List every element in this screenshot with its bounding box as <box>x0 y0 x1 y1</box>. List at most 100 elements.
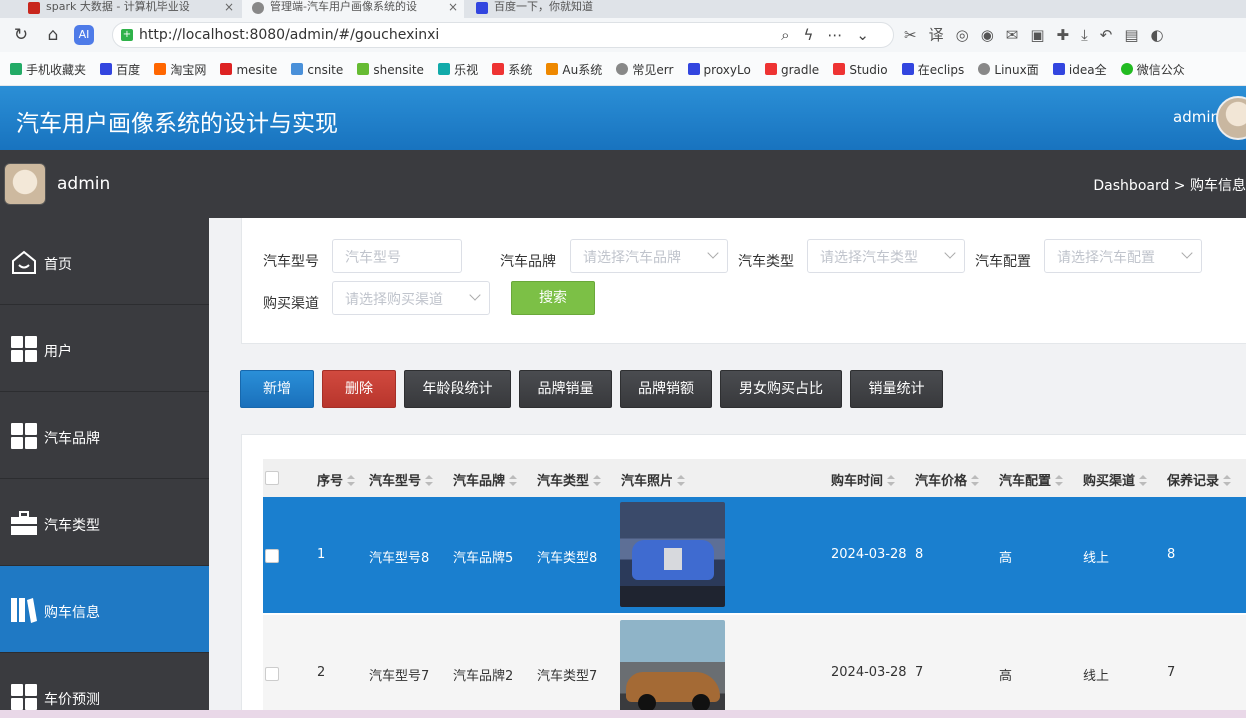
sort-icon[interactable] <box>593 475 602 487</box>
home-icon <box>12 250 36 274</box>
undo-icon[interactable]: ↶ <box>1100 26 1125 44</box>
column-header: 购车时间 <box>831 470 896 489</box>
brand-select[interactable]: 请选择汽车品牌 <box>570 239 728 273</box>
age-stats-button[interactable]: 年龄段统计 <box>404 370 511 408</box>
sort-icon[interactable] <box>1055 475 1064 487</box>
type-select-placeholder: 请选择汽车类型 <box>820 250 918 266</box>
sort-icon[interactable] <box>425 475 434 487</box>
bookmark-item[interactable]: 微信公众 <box>1120 61 1185 78</box>
channel-select[interactable]: 请选择购买渠道 <box>332 281 490 315</box>
car-photo[interactable] <box>620 620 725 718</box>
row-checkbox[interactable] <box>265 549 279 563</box>
type-select[interactable]: 请选择汽车类型 <box>807 239 965 273</box>
sidebar-item-label: 购车信息 <box>44 605 100 621</box>
url-text: http://localhost:8080/admin/#/gouchexinx… <box>139 27 440 43</box>
sidebar-item-label: 车价预测 <box>44 692 100 708</box>
bookmark-item[interactable]: Studio <box>833 63 888 77</box>
sort-icon[interactable] <box>971 475 980 487</box>
bookmark-item[interactable]: proxyLo <box>687 63 751 77</box>
bookmark-icon <box>357 63 370 75</box>
row-checkbox[interactable] <box>265 667 279 681</box>
table-row[interactable]: 1 汽车型号8 汽车品牌5 汽车类型8 2024-03-28 8 高 线上 8 <box>263 497 1246 613</box>
config-select[interactable]: 请选择汽车配置 <box>1044 239 1202 273</box>
briefcase-icon[interactable]: ▤ <box>1124 26 1150 44</box>
bookmark-item[interactable]: 系统 <box>492 61 532 78</box>
browser-tab-1[interactable]: spark 大数据 - 计算机毕业设 × <box>18 0 240 18</box>
cell-price: 8 <box>915 547 924 562</box>
sidebar-item-purchase-info[interactable]: 购车信息 <box>0 566 209 653</box>
app-header: 汽车用户画像系统的设计与实现 admin <box>0 86 1246 150</box>
browser-tab-title: spark 大数据 - 计算机毕业设 <box>46 0 190 13</box>
mail-icon[interactable]: ✉ <box>1006 26 1031 44</box>
browser-tab-3[interactable]: 百度一下，你就知道 <box>466 0 688 18</box>
sort-icon[interactable] <box>347 475 356 487</box>
window-icon[interactable]: ▣ <box>1030 26 1056 44</box>
address-bar-row: ↻ ⌂ AI + http://localhost:8080/admin/#/g… <box>0 18 1246 52</box>
table-row[interactable]: 2 汽车型号7 汽车品牌2 汽车类型7 2024-03-28 7 高 线上 7 <box>263 615 1246 718</box>
sidebar-item-car-brand[interactable]: 汽车品牌 <box>0 392 209 479</box>
zoom-icon[interactable]: ⌕ <box>781 26 803 44</box>
add-button[interactable]: 新增 <box>240 370 314 408</box>
translate-icon[interactable]: 译 <box>929 26 956 44</box>
bookmark-item[interactable]: 百度 <box>100 61 140 78</box>
bookmark-item[interactable]: 淘宝网 <box>154 61 206 78</box>
sort-icon[interactable] <box>677 475 686 487</box>
bookmark-item[interactable]: 常见err <box>616 61 673 78</box>
gender-ratio-button[interactable]: 男女购买占比 <box>720 370 842 408</box>
bookmark-item[interactable]: 在eclips <box>901 61 964 78</box>
header-username[interactable]: admin <box>1173 108 1220 126</box>
select-all-checkbox[interactable] <box>265 471 279 485</box>
sort-icon[interactable] <box>509 475 518 487</box>
car-grill <box>664 548 682 570</box>
bookmark-item[interactable]: idea全 <box>1052 61 1107 78</box>
search-button[interactable]: 搜索 <box>511 281 595 315</box>
bookmark-item[interactable]: Au系统 <box>546 61 602 78</box>
brand-sales-button[interactable]: 品牌销量 <box>519 370 612 408</box>
sort-icon[interactable] <box>1223 475 1232 487</box>
header-avatar[interactable] <box>1216 96 1246 140</box>
chevron-down-icon[interactable]: ⌄ <box>856 26 883 44</box>
ai-assistant-icon[interactable]: AI <box>74 25 94 45</box>
home-button-icon[interactable]: ⌂ <box>42 24 64 46</box>
brand-label: 汽车品牌 <box>500 254 556 270</box>
chevron-down-icon <box>1181 247 1193 259</box>
game-icon[interactable]: ◎ <box>956 26 981 44</box>
url-input[interactable]: + http://localhost:8080/admin/#/gouchexi… <box>112 22 894 48</box>
grid-icon <box>11 423 37 449</box>
globe-icon <box>616 63 629 75</box>
sidebar-item-users[interactable]: 用户 <box>0 305 209 392</box>
brand-revenue-button[interactable]: 品牌销额 <box>620 370 712 408</box>
sort-icon[interactable] <box>1139 475 1148 487</box>
lightning-icon[interactable]: ϟ <box>804 26 828 44</box>
browser-icon[interactable]: ◐ <box>1151 26 1176 44</box>
sidebar-item-car-type[interactable]: 汽车类型 <box>0 479 209 566</box>
sidebar-item-price-prediction[interactable]: 车价预测 <box>0 653 209 718</box>
download-icon[interactable]: ⤓ <box>1081 26 1100 44</box>
bookmark-item[interactable]: 乐视 <box>438 61 478 78</box>
bookmark-item[interactable]: gradle <box>764 63 819 77</box>
sort-icon[interactable] <box>887 475 896 487</box>
bookmark-item[interactable]: shensite <box>357 63 424 77</box>
car-photo[interactable] <box>620 502 725 607</box>
close-tab-icon[interactable]: × <box>448 0 458 18</box>
close-tab-icon[interactable]: × <box>224 0 234 18</box>
grid-icon <box>11 336 37 362</box>
model-search-input[interactable]: 汽车型号 <box>332 239 462 273</box>
eye-icon[interactable]: ◉ <box>981 26 1006 44</box>
delete-button[interactable]: 删除 <box>322 370 396 408</box>
bookmark-item[interactable]: Linux面 <box>978 61 1039 78</box>
puzzle-icon[interactable]: ✚ <box>1057 26 1082 44</box>
user-avatar <box>4 163 46 205</box>
browser-tab-2[interactable]: 管理端-汽车用户画像系统的设 × <box>242 0 464 18</box>
sidebar-item-home[interactable]: 首页 <box>0 218 209 305</box>
bookmark-item[interactable]: cnsite <box>291 63 343 77</box>
scissors-icon[interactable]: ✂ <box>904 26 929 44</box>
sales-stats-button[interactable]: 销量统计 <box>850 370 943 408</box>
cell-date: 2024-03-28 <box>831 665 907 680</box>
bookmark-item[interactable]: mesite <box>220 63 277 77</box>
column-header: 汽车品牌 <box>453 470 518 489</box>
more-icon[interactable]: ⋯ <box>827 26 856 44</box>
cell-channel: 线上 <box>1083 551 1110 566</box>
reload-icon[interactable]: ↻ <box>10 24 32 46</box>
bookmark-item[interactable]: 手机收藏夹 <box>10 61 86 78</box>
